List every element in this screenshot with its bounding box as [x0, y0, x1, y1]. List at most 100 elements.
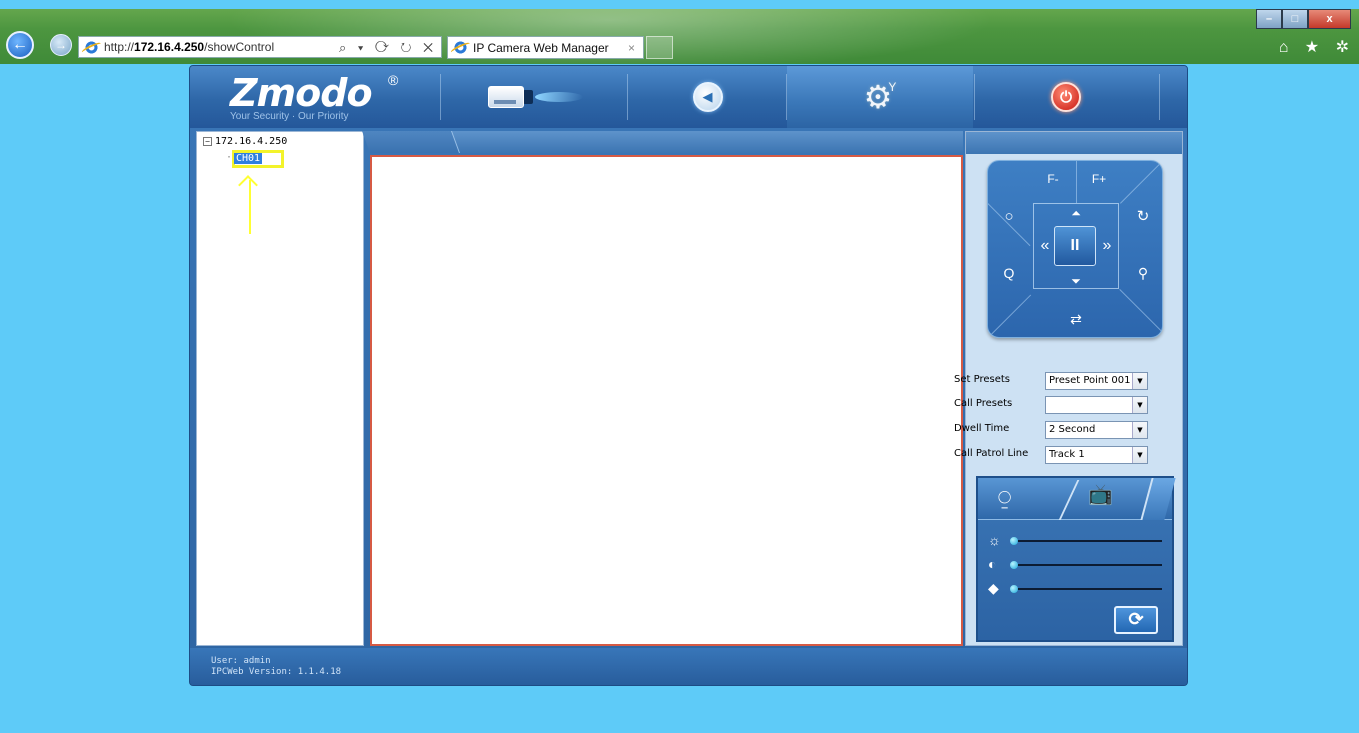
slider-track[interactable] — [1010, 561, 1162, 569]
dwell-time-label: Dwell Time — [954, 423, 1010, 434]
logo-registered: ® — [388, 72, 399, 88]
tilt-up-button[interactable]: ⏶ — [1065, 203, 1087, 223]
reset-image-button[interactable]: ⟳ — [1114, 606, 1158, 634]
zoom-out-button[interactable]: Q — [998, 263, 1020, 283]
top-strip — [0, 0, 1359, 9]
divider — [440, 74, 441, 120]
auto-scan-button[interactable]: ⇄ — [1065, 309, 1087, 329]
chevron-down-icon: ▼ — [1132, 447, 1147, 463]
ie-logo-icon — [84, 39, 99, 55]
ptz-pad: F- F+ ○ ↻ Q ⚲ ⏶ ⏷ « » II ⇄ — [987, 160, 1163, 338]
tab-ie-icon — [453, 40, 468, 55]
ptz-control-panel: F- F+ ○ ↻ Q ⚲ ⏶ ⏷ « » II ⇄ Set Presets P… — [954, 131, 1183, 646]
dwell-time-select[interactable]: 2 Second ▼ — [1045, 421, 1148, 439]
chevron-down-icon: ▼ — [1132, 373, 1147, 389]
video-tab-bar — [361, 131, 963, 153]
minimize-button[interactable]: – — [1256, 9, 1282, 29]
tab-edge — [1140, 478, 1176, 520]
divider — [627, 74, 628, 120]
tab-title: IP Camera Web Manager — [473, 40, 609, 55]
tree-root-label: 172.16.4.250 — [215, 136, 288, 147]
collapse-toggle-icon[interactable]: − — [203, 137, 212, 146]
settings-gear-icon: ⚙Y — [863, 79, 897, 115]
divider — [1076, 161, 1077, 203]
tilt-down-button[interactable]: ⏷ — [1065, 271, 1087, 291]
slider-track[interactable] — [1010, 537, 1162, 545]
device-tree: − 172.16.4.250 ··· CH01 — [196, 131, 364, 646]
pan-left-button[interactable]: « — [1034, 236, 1056, 256]
set-presets-row: Set Presets Preset Point 001 ▼ — [954, 372, 1154, 390]
annotation-arrow-icon — [249, 180, 251, 234]
logout-button[interactable]: ⏻ — [976, 66, 1156, 128]
home-favorites-tools-icons[interactable]: ⌂ ★ ✲ — [1279, 37, 1355, 57]
live-view-button[interactable] — [445, 66, 625, 128]
maximize-button[interactable]: □ — [1282, 9, 1308, 29]
logo-text: Zmodo — [230, 71, 373, 115]
image-settings-panel: ⍜ 📺 ☼ ◐ ◆ ⟳ — [976, 476, 1176, 642]
camera-settings-tab-icon[interactable]: ⍜ — [998, 487, 1011, 509]
call-patrol-line-row: Call Patrol Line Track 1 ▼ — [954, 446, 1154, 464]
playback-button[interactable]: ◀ — [630, 66, 785, 128]
top-navigation: Zmodo ® Your Security · Our Priority ◀ ⚙… — [190, 66, 1187, 128]
focus-minus-button[interactable]: F- — [1042, 169, 1064, 189]
settings-button[interactable]: ⚙Y — [787, 66, 973, 128]
contrast-icon: ◐ — [988, 556, 997, 572]
slider-track[interactable] — [1010, 585, 1162, 593]
brightness-slider[interactable]: ☼ — [988, 532, 1166, 548]
browser-forward-button[interactable]: → — [50, 34, 72, 56]
window-controls: – □ x — [1256, 9, 1351, 29]
slider-knob[interactable] — [1010, 561, 1018, 569]
divider — [1119, 289, 1162, 334]
status-version: IPCWeb Version: 1.1.4.18 — [211, 667, 342, 677]
chevron-down-icon: ▼ — [1132, 397, 1147, 413]
camera-lens — [522, 90, 533, 104]
dwell-time-row: Dwell Time 2 Second ▼ — [954, 421, 1154, 439]
zoom-in-button[interactable]: ⚲ — [1132, 263, 1154, 283]
brightness-icon: ☼ — [988, 532, 1001, 548]
divider — [1058, 480, 1080, 520]
set-presets-label: Set Presets — [954, 374, 1010, 385]
video-tab[interactable] — [361, 131, 460, 153]
set-presets-select[interactable]: Preset Point 001 ▼ — [1045, 372, 1148, 390]
iris-close-button[interactable]: ○ — [998, 207, 1020, 227]
address-tools-icons[interactable]: ⌕ ▾ ⟳ ↻ ✕ — [339, 40, 437, 56]
video-viewport[interactable] — [370, 155, 963, 646]
call-presets-select[interactable]: ▼ — [1045, 396, 1148, 414]
saturation-slider[interactable]: ◆ — [988, 580, 1166, 596]
tree-item-label: CH01 — [234, 153, 263, 164]
divider — [974, 74, 975, 120]
live-view-camera-icon — [487, 86, 524, 108]
camera-beam — [534, 92, 583, 102]
address-url: http://172.16.4.250/showControl — [104, 40, 275, 54]
new-tab-button[interactable] — [646, 36, 673, 59]
playback-icon: ◀ — [692, 82, 723, 112]
status-user: User: admin — [211, 656, 271, 666]
close-window-button[interactable]: x — [1308, 9, 1351, 29]
slider-knob[interactable] — [1010, 537, 1018, 545]
display-settings-tab-icon[interactable]: 📺 — [1088, 485, 1113, 505]
zmodo-logo: Zmodo ® Your Security · Our Priority — [220, 71, 445, 125]
browser-tab[interactable]: IP Camera Web Manager × — [447, 36, 644, 59]
browser-back-button[interactable]: ← — [6, 31, 34, 59]
status-bar: User: admin IPCWeb Version: 1.1.4.18 — [190, 648, 1187, 685]
iris-open-button[interactable]: ↻ — [1132, 207, 1154, 227]
divider — [988, 294, 1032, 337]
call-presets-label: Call Presets — [954, 398, 1013, 409]
call-patrol-line-label: Call Patrol Line — [954, 448, 1029, 459]
saturation-icon: ◆ — [988, 580, 999, 596]
pan-right-button[interactable]: » — [1096, 236, 1118, 256]
ip-camera-web-manager: Zmodo ® Your Security · Our Priority ◀ ⚙… — [189, 65, 1188, 686]
focus-plus-button[interactable]: F+ — [1088, 169, 1110, 189]
tab-close-icon[interactable]: × — [628, 41, 635, 55]
divider — [1120, 161, 1162, 204]
tree-root[interactable]: − 172.16.4.250 — [203, 136, 287, 147]
address-bar[interactable]: http://172.16.4.250/showControl ⌕ ▾ ⟳ ↻ … — [78, 36, 442, 58]
power-logout-icon: ⏻ — [1051, 82, 1081, 112]
divider — [1159, 74, 1160, 120]
contrast-slider[interactable]: ◐ — [988, 556, 1166, 572]
call-patrol-line-select[interactable]: Track 1 ▼ — [1045, 446, 1148, 464]
image-settings-tabs: ⍜ 📺 — [978, 478, 1176, 520]
pause-button[interactable]: II — [1054, 226, 1096, 266]
call-presets-row: Call Presets ▼ — [954, 396, 1154, 414]
slider-knob[interactable] — [1010, 585, 1018, 593]
